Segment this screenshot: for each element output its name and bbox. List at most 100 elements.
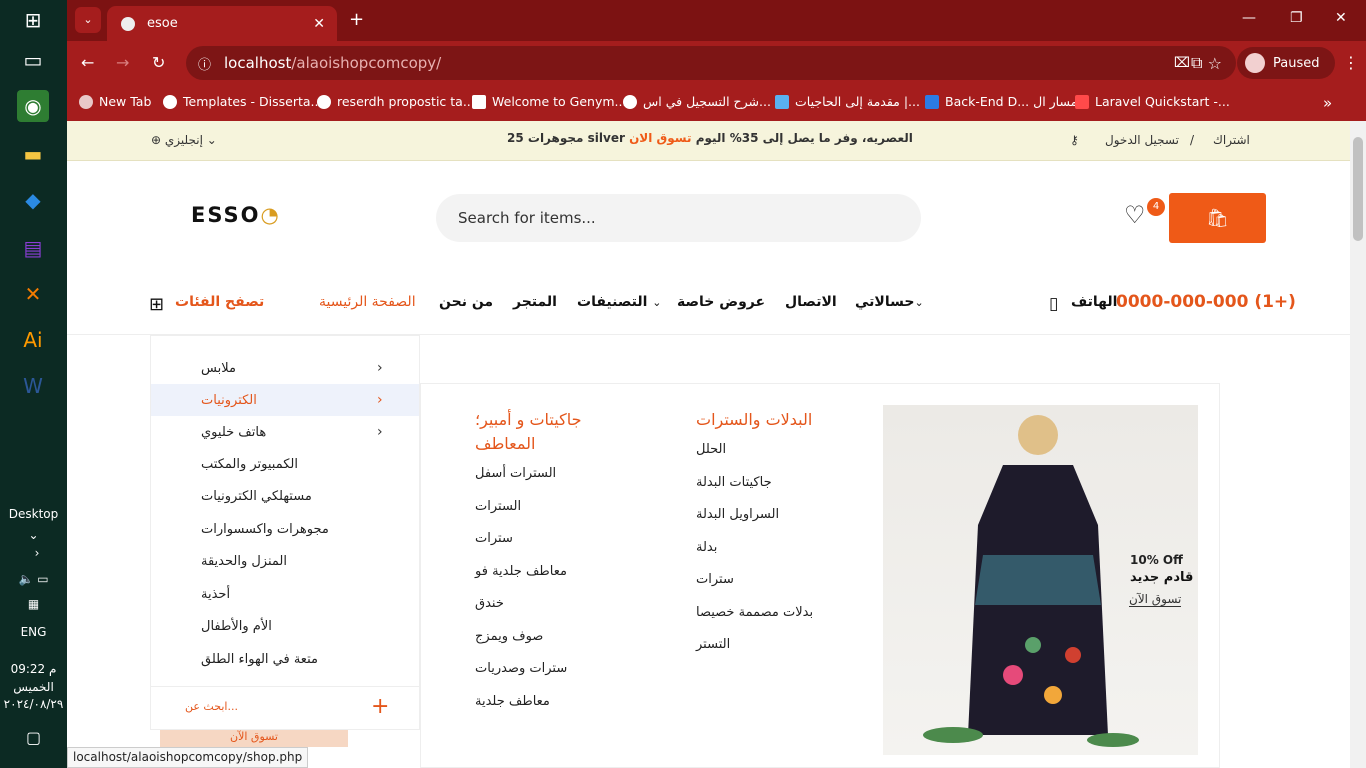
language-selector[interactable]: ⊕ إنجليزي ⌄ (151, 133, 217, 147)
clock-date[interactable]: ٢٠٢٤/٠٨/٢٩ (0, 697, 67, 711)
bookmark-item[interactable]: Templates - Disserta... (163, 94, 322, 109)
promo-shop-now-link[interactable]: تسوق الآن (1129, 592, 1182, 607)
chevron-right-icon[interactable]: › (12, 546, 62, 560)
vscode-icon[interactable]: ◆ (17, 184, 49, 216)
tab-close-icon[interactable]: ✕ (313, 16, 325, 32)
nav-account[interactable]: حسالاتي⌄ (855, 294, 924, 310)
word-icon[interactable]: W (17, 370, 49, 402)
file-explorer-icon[interactable]: ▬ (17, 138, 49, 170)
translate-icon[interactable]: ⌧ (1174, 55, 1190, 71)
browser-tab[interactable]: esoe ✕ (107, 6, 337, 41)
extensions-icon[interactable]: ⧉ (1191, 53, 1202, 73)
cart-button[interactable]: 🛍 (1169, 193, 1266, 243)
column-heading[interactable]: البدلات والسترات (696, 408, 846, 432)
menu-link[interactable]: سترات وصدريات (475, 661, 625, 694)
more-bookmarks-icon[interactable]: » (1323, 94, 1332, 112)
windows-start-icon[interactable]: ⊞ (17, 4, 49, 36)
category-item[interactable]: الأم والأطفال (151, 610, 419, 642)
menu-link[interactable]: خندق (475, 596, 625, 629)
scrollbar-thumb[interactable] (1353, 137, 1363, 241)
new-tab-icon[interactable]: + (349, 9, 364, 30)
nav-about[interactable]: من نحن (439, 294, 493, 310)
menu-link[interactable]: السراويل البدلة (696, 507, 846, 540)
category-item[interactable]: أحذية (151, 578, 419, 610)
shop-now-button-partial[interactable]: تسوق الآن (160, 730, 348, 747)
bookmark-item[interactable]: مقدمة إلى الحاجيات |... (775, 94, 920, 109)
menu-link[interactable]: بدلة (696, 540, 846, 573)
login-link[interactable]: تسجيل الدخول (1105, 133, 1179, 147)
nav-special-offers[interactable]: عروض خاصة (677, 294, 765, 310)
promo-title: قادم جديد (1130, 570, 1194, 585)
network-icon[interactable]: ▦ (0, 597, 67, 611)
menu-link[interactable]: سترات (475, 531, 625, 564)
illustrator-icon[interactable]: Ai (17, 324, 49, 356)
menu-link[interactable]: صوف ويمزج (475, 629, 625, 662)
menu-link[interactable]: بدلات مصممة خصيصا (696, 605, 846, 638)
menu-link[interactable]: معاطف جلدية فو (475, 564, 625, 597)
language-indicator[interactable]: ENG (0, 625, 67, 639)
bookmark-item[interactable]: Back-End D... مسار ال (925, 94, 1077, 109)
category-item[interactable]: هاتف خليوي › (151, 416, 419, 448)
tab-search-chevron-icon[interactable]: ⌄ (75, 7, 101, 33)
menu-link[interactable]: جاكيتات البدلة (696, 475, 846, 508)
bookmark-item[interactable]: شرح التسجيل في اس... (623, 94, 771, 109)
desktop-label[interactable]: Desktop (0, 507, 67, 521)
bookmark-item[interactable]: reserdh propostic ta... (317, 94, 475, 109)
bookmark-star-icon[interactable]: ☆ (1208, 54, 1222, 73)
category-search-link[interactable]: ابحث عن... (185, 700, 238, 713)
task-view-icon[interactable]: ▭ (17, 44, 49, 76)
category-item[interactable]: الكمبيوتر والمكتب (151, 448, 419, 480)
clock-time[interactable]: 09:22 م (0, 662, 67, 676)
promo-banner[interactable]: 10% Off قادم جديد تسوق الآن (883, 405, 1198, 755)
profile-button[interactable]: Paused (1237, 47, 1335, 79)
volume-battery-icon[interactable]: 🔈 ▭ (0, 572, 67, 586)
search-input[interactable]: Search for items... (436, 194, 921, 242)
plus-icon[interactable]: + (371, 694, 389, 719)
close-window-icon[interactable]: ✕ (1335, 10, 1347, 26)
menu-link[interactable]: الحلل (696, 442, 846, 475)
menu-link[interactable]: معاطف جلدية (475, 694, 625, 727)
grid-icon[interactable]: ⊞ (149, 294, 164, 315)
minimize-icon[interactable]: — (1242, 10, 1256, 26)
bookmark-item[interactable]: New Tab (79, 94, 151, 109)
category-item[interactable]: متعة في الهواء الطلق (151, 643, 419, 675)
column-heading[interactable]: جاكيتات و أمبير؛ المعاطف (475, 408, 625, 456)
menu-link[interactable]: السترات (475, 499, 625, 532)
restore-icon[interactable]: ❐ (1290, 10, 1303, 26)
tab-favicon-icon (121, 16, 135, 31)
back-icon[interactable]: ← (81, 53, 94, 72)
category-item[interactable]: مجوهرات واكسسوارات (151, 513, 419, 545)
reload-icon[interactable]: ↻ (152, 53, 165, 72)
category-item[interactable]: المنزل والحديقة (151, 545, 419, 577)
chrome-menu-icon[interactable]: ⋮ (1343, 53, 1359, 72)
menu-link[interactable]: التستر (696, 637, 846, 670)
address-bar[interactable]: ⓘ localhost /alaoishopcomcopy/ ⌧ ☆ (186, 46, 1236, 80)
chrome-app-icon[interactable]: ◉ (17, 90, 49, 122)
key-icon: ⚷ (1070, 133, 1079, 147)
category-item[interactable]: مستهلكي الكترونيات (151, 480, 419, 512)
bookmark-item[interactable]: Welcome to Genym... (472, 94, 626, 109)
nav-home[interactable]: الصفحة الرئيسية (319, 294, 416, 310)
register-link[interactable]: اشتراك (1213, 133, 1250, 147)
browse-categories-button[interactable]: تصفح الفئات (175, 294, 264, 310)
bookmark-item[interactable]: Laravel Quickstart -... (1075, 94, 1230, 109)
menu-link[interactable]: السترات أسفل (475, 466, 625, 499)
chevron-double-down-icon[interactable]: ⌄ (0, 528, 67, 542)
forward-icon[interactable]: → (116, 53, 129, 72)
phone-number[interactable]: 0000-000-000 (1+) (1116, 292, 1296, 312)
promo-shop-link[interactable]: تسوق الان (629, 131, 691, 145)
wishlist-heart-icon[interactable]: ♡ (1124, 201, 1146, 229)
nav-shop[interactable]: المتجر (513, 294, 557, 310)
menu-link[interactable]: سترات (696, 572, 846, 605)
nav-categories[interactable]: التصنيفات ⌄ (577, 294, 662, 310)
notification-icon[interactable]: ▢ (0, 728, 67, 747)
category-item[interactable]: ملابس › (151, 352, 419, 384)
site-logo[interactable]: ESSO◔ (191, 203, 281, 227)
category-item-active[interactable]: الكترونيات › (151, 384, 419, 416)
xampp-icon[interactable]: ✕ (17, 278, 49, 310)
site-info-icon[interactable]: ⓘ (198, 54, 211, 73)
nav-contact[interactable]: الاتصال (785, 294, 837, 310)
clock-day[interactable]: الخميس (0, 680, 67, 694)
winrar-icon[interactable]: ▤ (17, 232, 49, 264)
page-scrollbar[interactable] (1350, 121, 1366, 768)
